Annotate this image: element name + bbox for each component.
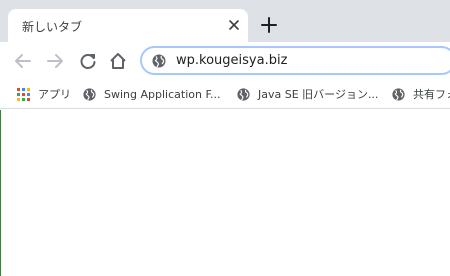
bookmark-label: Java SE 旧バージョン...: [258, 88, 379, 101]
back-arrow-icon[interactable]: [12, 50, 34, 72]
tab-strip: 新しいタブ: [0, 0, 450, 42]
close-icon[interactable]: [226, 17, 242, 33]
globe-icon: [391, 87, 406, 102]
reload-icon[interactable]: [77, 50, 99, 72]
bookmark-label: 共有フォ: [413, 88, 450, 101]
window-edge: [0, 110, 1, 276]
bookmark-label: アプリ: [38, 88, 71, 101]
toolbar: wp.kougeisya.biz: [0, 42, 450, 80]
bookmark-label: Swing Application F...: [104, 87, 221, 101]
apps-grid-icon: [16, 87, 31, 102]
bookmark-java-se[interactable]: Java SE 旧バージョン...: [236, 85, 382, 103]
bookmarks-bar: アプリ Swing Application F... Java SE 旧バージョ…: [0, 80, 450, 109]
bookmark-apps[interactable]: アプリ: [16, 85, 71, 103]
address-bar[interactable]: wp.kougeisya.biz: [140, 46, 450, 75]
bookmark-shared-folder[interactable]: 共有フォ: [391, 85, 450, 103]
new-tab-plus-icon[interactable]: [258, 14, 280, 36]
forward-arrow-icon[interactable]: [44, 50, 66, 72]
bookmark-swing[interactable]: Swing Application F...: [82, 85, 228, 103]
url-text: wp.kougeisya.biz: [176, 53, 288, 68]
globe-icon: [236, 87, 251, 102]
tab-new-tab[interactable]: 新しいタブ: [8, 9, 248, 42]
globe-icon: [82, 87, 97, 102]
globe-icon[interactable]: [151, 53, 167, 69]
browser-window: 新しいタブ wp.kougeisya.biz アプリ Swing Applica…: [0, 0, 450, 276]
tab-title: 新しいタブ: [22, 20, 83, 34]
page-content: [0, 109, 450, 276]
home-icon[interactable]: [107, 50, 129, 72]
